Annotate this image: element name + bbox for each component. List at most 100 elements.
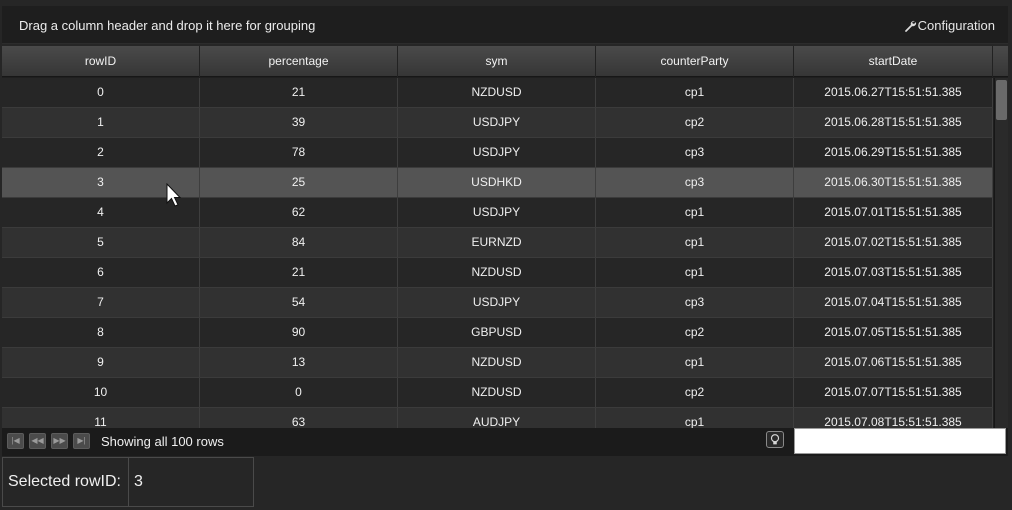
configuration-button[interactable]: Configuration bbox=[903, 18, 995, 33]
cell-counterparty[interactable]: cp1 bbox=[596, 78, 794, 107]
table-row[interactable]: 7 54 USDJPY cp3 2015.07.04T15:51:51.385 bbox=[2, 288, 993, 318]
cell-sym[interactable]: GBPUSD bbox=[398, 318, 596, 347]
cell-startdate[interactable]: 2015.07.05T15:51:51.385 bbox=[794, 318, 993, 347]
cell-sym[interactable]: NZDUSD bbox=[398, 78, 596, 107]
table-row[interactable]: 10 0 NZDUSD cp2 2015.07.07T15:51:51.385 bbox=[2, 378, 993, 408]
cell-percentage[interactable]: 0 bbox=[200, 378, 398, 407]
cell-sym[interactable]: USDJPY bbox=[398, 108, 596, 137]
cell-sym[interactable]: AUDJPY bbox=[398, 408, 596, 428]
grouping-hint: Drag a column header and drop it here fo… bbox=[19, 18, 316, 33]
cell-percentage[interactable]: 25 bbox=[200, 168, 398, 197]
first-page-icon[interactable]: |◀ bbox=[7, 433, 24, 449]
last-page-icon[interactable]: ▶| bbox=[73, 433, 90, 449]
cell-counterparty[interactable]: cp1 bbox=[596, 258, 794, 287]
cell-sym[interactable]: USDJPY bbox=[398, 288, 596, 317]
table-row[interactable]: 2 78 USDJPY cp3 2015.06.29T15:51:51.385 bbox=[2, 138, 993, 168]
next-page-icon[interactable]: ▶▶ bbox=[51, 433, 68, 449]
cell-sym[interactable]: EURNZD bbox=[398, 228, 596, 257]
column-header-percentage[interactable]: percentage bbox=[200, 46, 398, 77]
grid-body: 0 21 NZDUSD cp1 2015.06.27T15:51:51.385 1 39 US… bbox=[2, 78, 993, 428]
cell-startdate[interactable]: 2015.07.06T15:51:51.385 bbox=[794, 348, 993, 377]
cell-counterparty[interactable]: cp1 bbox=[596, 198, 794, 227]
cell-startdate[interactable]: 2015.06.27T15:51:51.385 bbox=[794, 78, 993, 107]
cell-counterparty[interactable]: cp3 bbox=[596, 288, 794, 317]
cell-sym[interactable]: USDJPY bbox=[398, 198, 596, 227]
cell-percentage[interactable]: 13 bbox=[200, 348, 398, 377]
table-row[interactable]: 5 84 EURNZD cp1 2015.07.02T15:51:51.385 bbox=[2, 228, 993, 258]
cell-startdate[interactable]: 2015.07.03T15:51:51.385 bbox=[794, 258, 993, 287]
vertical-scrollbar[interactable] bbox=[994, 78, 1008, 428]
lightbulb-icon[interactable] bbox=[766, 431, 784, 448]
column-header-counterparty[interactable]: counterParty bbox=[596, 46, 794, 77]
table-row[interactable]: 11 63 AUDJPY cp1 2015.07.08T15:51:51.385 bbox=[2, 408, 993, 428]
row-count-status: Showing all 100 rows bbox=[101, 434, 224, 449]
header-filler bbox=[993, 46, 1008, 77]
cell-startdate[interactable]: 2015.06.28T15:51:51.385 bbox=[794, 108, 993, 137]
cell-rowid[interactable]: 1 bbox=[2, 108, 200, 137]
table-row[interactable]: 1 39 USDJPY cp2 2015.06.28T15:51:51.385 bbox=[2, 108, 993, 138]
scrollbar-thumb[interactable] bbox=[996, 80, 1007, 120]
cell-percentage[interactable]: 21 bbox=[200, 78, 398, 107]
cell-percentage[interactable]: 21 bbox=[200, 258, 398, 287]
cell-sym[interactable]: NZDUSD bbox=[398, 378, 596, 407]
prev-page-icon[interactable]: ◀◀ bbox=[29, 433, 46, 449]
search-input[interactable] bbox=[794, 428, 1006, 454]
cell-startdate[interactable]: 2015.07.02T15:51:51.385 bbox=[794, 228, 993, 257]
grid-footer: |◀ ◀◀ ▶▶ ▶| Showing all 100 rows bbox=[2, 428, 1008, 456]
cell-rowid[interactable]: 7 bbox=[2, 288, 200, 317]
column-header-rowid[interactable]: rowID bbox=[2, 46, 200, 77]
selected-rowid-label: Selected rowID: bbox=[3, 458, 129, 506]
cell-rowid[interactable]: 11 bbox=[2, 408, 200, 428]
wrench-icon bbox=[904, 20, 916, 32]
cell-startdate[interactable]: 2015.06.29T15:51:51.385 bbox=[794, 138, 993, 167]
cell-counterparty[interactable]: cp1 bbox=[596, 408, 794, 428]
grouping-drop-zone[interactable]: Drag a column header and drop it here fo… bbox=[2, 6, 1008, 44]
column-header-startdate[interactable]: startDate bbox=[794, 46, 993, 77]
cell-rowid[interactable]: 9 bbox=[2, 348, 200, 377]
cell-percentage[interactable]: 54 bbox=[200, 288, 398, 317]
cell-startdate[interactable]: 2015.07.08T15:51:51.385 bbox=[794, 408, 993, 428]
cell-rowid[interactable]: 5 bbox=[2, 228, 200, 257]
cell-rowid[interactable]: 8 bbox=[2, 318, 200, 347]
table-row[interactable]: 4 62 USDJPY cp1 2015.07.01T15:51:51.385 bbox=[2, 198, 993, 228]
table-row[interactable]: 9 13 NZDUSD cp1 2015.07.06T15:51:51.385 bbox=[2, 348, 993, 378]
cell-startdate[interactable]: 2015.07.01T15:51:51.385 bbox=[794, 198, 993, 227]
configuration-label: Configuration bbox=[917, 18, 995, 33]
table-row[interactable]: 8 90 GBPUSD cp2 2015.07.05T15:51:51.385 bbox=[2, 318, 993, 348]
grid-app: Drag a column header and drop it here fo… bbox=[0, 0, 1012, 510]
cell-rowid[interactable]: 10 bbox=[2, 378, 200, 407]
cell-counterparty[interactable]: cp2 bbox=[596, 378, 794, 407]
cell-counterparty[interactable]: cp1 bbox=[596, 228, 794, 257]
table-row[interactable]: 6 21 NZDUSD cp1 2015.07.03T15:51:51.385 bbox=[2, 258, 993, 288]
selected-row-panel: Selected rowID: 3 bbox=[2, 457, 254, 507]
cell-counterparty[interactable]: cp2 bbox=[596, 318, 794, 347]
cell-percentage[interactable]: 63 bbox=[200, 408, 398, 428]
cell-startdate[interactable]: 2015.07.07T15:51:51.385 bbox=[794, 378, 993, 407]
cell-percentage[interactable]: 78 bbox=[200, 138, 398, 167]
cell-counterparty[interactable]: cp3 bbox=[596, 138, 794, 167]
cell-startdate[interactable]: 2015.07.04T15:51:51.385 bbox=[794, 288, 993, 317]
cell-percentage[interactable]: 39 bbox=[200, 108, 398, 137]
grid-header: rowID percentage sym counterParty startD… bbox=[2, 46, 1008, 77]
lightbulb-glyph bbox=[770, 434, 780, 445]
cell-rowid[interactable]: 2 bbox=[2, 138, 200, 167]
cell-startdate[interactable]: 2015.06.30T15:51:51.385 bbox=[794, 168, 993, 197]
cell-counterparty[interactable]: cp1 bbox=[596, 348, 794, 377]
cell-percentage[interactable]: 62 bbox=[200, 198, 398, 227]
cell-percentage[interactable]: 84 bbox=[200, 228, 398, 257]
mouse-pointer-icon bbox=[166, 183, 182, 207]
table-row[interactable]: 0 21 NZDUSD cp1 2015.06.27T15:51:51.385 bbox=[2, 78, 993, 108]
cell-percentage[interactable]: 90 bbox=[200, 318, 398, 347]
data-grid: rowID percentage sym counterParty startD… bbox=[2, 46, 1008, 428]
selected-rowid-value: 3 bbox=[134, 473, 143, 490]
column-header-sym[interactable]: sym bbox=[398, 46, 596, 77]
cell-rowid[interactable]: 6 bbox=[2, 258, 200, 287]
cell-rowid[interactable]: 0 bbox=[2, 78, 200, 107]
cell-sym[interactable]: NZDUSD bbox=[398, 258, 596, 287]
table-row[interactable]: 3 25 USDHKD cp3 2015.06.30T15:51:51.385 bbox=[2, 168, 993, 198]
cell-counterparty[interactable]: cp2 bbox=[596, 108, 794, 137]
cell-sym[interactable]: USDHKD bbox=[398, 168, 596, 197]
cell-counterparty[interactable]: cp3 bbox=[596, 168, 794, 197]
cell-sym[interactable]: USDJPY bbox=[398, 138, 596, 167]
cell-sym[interactable]: NZDUSD bbox=[398, 348, 596, 377]
